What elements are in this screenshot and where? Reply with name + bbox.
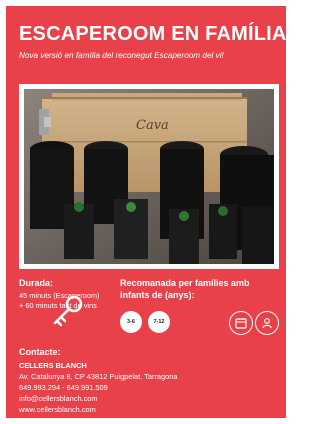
person-badge <box>255 311 279 335</box>
duration-line-2: + 60 minuts tast de vins <box>19 301 97 310</box>
recommended-label-line-2: infants de (anys): <box>120 290 195 300</box>
contact-label: Contacte: <box>19 347 61 357</box>
escaperoom-card: ESCAPEROOM EN FAMÍLIA Nova versió en fam… <box>6 6 286 418</box>
box-label: Cava <box>136 118 169 133</box>
phones: 649.993.294 - 649.991.509 <box>19 383 108 392</box>
email-link[interactable]: info@cellersblanch.com <box>19 394 98 405</box>
product-photo: Cava <box>24 89 274 264</box>
person-icon <box>262 318 272 329</box>
photo-frame: Cava <box>19 84 279 348</box>
duration-line-1: 45 minuts (Escaperoom) <box>19 291 100 300</box>
calendar-icon <box>235 318 247 329</box>
age-badge-7-12: 7-12 <box>148 311 170 333</box>
page-title: ESCAPEROOM EN FAMÍLIA <box>19 23 286 45</box>
duration-label: Durada: <box>19 278 54 288</box>
address: Av. Catalunya 8, CP 43812 Puigpelat, Tar… <box>19 372 178 381</box>
company-name: CELLERS BLANCH <box>19 361 87 370</box>
age-badge-3-6: 3-6 <box>120 311 142 333</box>
recommended-label-line-1: Recomanada per famílies amb <box>120 278 250 288</box>
page-subtitle: Nova versió en família del reconegut Esc… <box>19 51 224 60</box>
calendar-badge <box>229 311 253 335</box>
website-link[interactable]: www.cellersblanch.com <box>19 405 96 416</box>
